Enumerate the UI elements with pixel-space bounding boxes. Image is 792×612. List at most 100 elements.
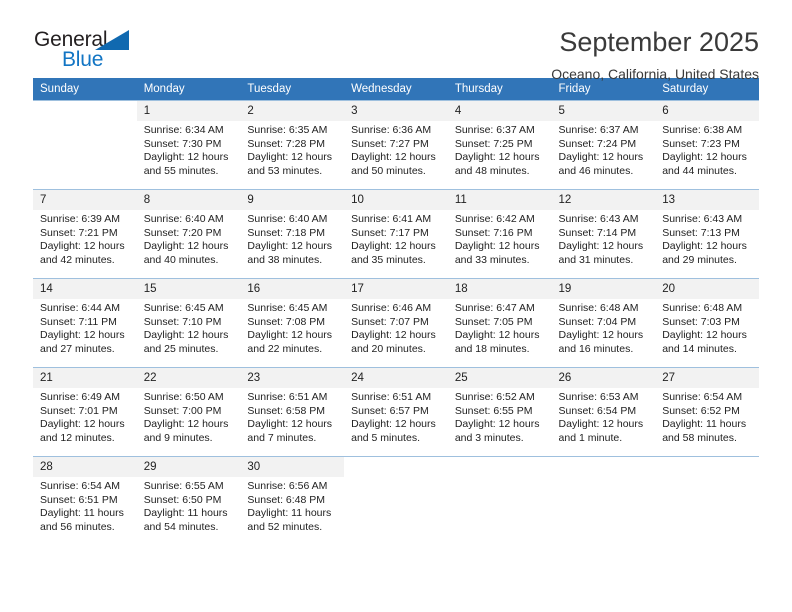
sunset-text: Sunset: 7:16 PM xyxy=(454,226,533,239)
day-cell[interactable]: 15 Sunrise: 6:45 AM Sunset: 7:10 PM Dayl… xyxy=(136,278,241,368)
daylight-text-line1: Daylight: 12 hours xyxy=(351,151,436,164)
calendar-table: Sunday Monday Tuesday Wednesday Thursday… xyxy=(33,78,759,546)
sunrise-text: Sunrise: 6:51 AM xyxy=(351,391,432,403)
daylight-text-line1: Daylight: 12 hours xyxy=(558,151,644,164)
sunset-text: Sunset: 7:21 PM xyxy=(40,226,118,239)
day-cell[interactable]: 10 Sunrise: 6:41 AM Sunset: 7:17 PM Dayl… xyxy=(344,189,448,279)
day-cell[interactable]: 20 Sunrise: 6:48 AM Sunset: 7:03 PM Dayl… xyxy=(655,278,759,368)
sunrise-text: Sunrise: 6:40 AM xyxy=(143,213,224,225)
day-cell[interactable]: 22 Sunrise: 6:50 AM Sunset: 7:00 PM Dayl… xyxy=(136,367,241,457)
sunrise-text: Sunrise: 6:50 AM xyxy=(143,391,224,403)
day-cell[interactable]: 6 Sunrise: 6:38 AM Sunset: 7:23 PM Dayli… xyxy=(655,100,759,190)
day-cell[interactable]: 26 Sunrise: 6:53 AM Sunset: 6:54 PM Dayl… xyxy=(551,367,656,457)
day-cell[interactable]: 12 Sunrise: 6:43 AM Sunset: 7:14 PM Dayl… xyxy=(551,189,656,279)
daylight-text-line2: and 55 minutes. xyxy=(143,164,219,177)
day-details: Sunrise: 6:48 AM Sunset: 7:04 PM Dayligh… xyxy=(552,299,656,356)
day-cell[interactable]: 13 Sunrise: 6:43 AM Sunset: 7:13 PM Dayl… xyxy=(655,189,759,279)
day-cell[interactable]: 27 Sunrise: 6:54 AM Sunset: 6:52 PM Dayl… xyxy=(655,367,759,457)
day-details: Sunrise: 6:38 AM Sunset: 7:23 PM Dayligh… xyxy=(655,121,759,178)
daylight-text-line1: Daylight: 12 hours xyxy=(143,418,229,431)
day-cell[interactable]: 3 Sunrise: 6:36 AM Sunset: 7:27 PM Dayli… xyxy=(344,100,448,190)
sunset-text: Sunset: 7:04 PM xyxy=(558,315,637,328)
sunset-text: Sunset: 6:51 PM xyxy=(40,493,118,506)
daylight-text-line2: and 33 minutes. xyxy=(454,253,530,266)
sunrise-text: Sunrise: 6:56 AM xyxy=(247,480,328,492)
day-cell[interactable]: 17 Sunrise: 6:46 AM Sunset: 7:07 PM Dayl… xyxy=(344,278,448,368)
daylight-text-line2: and 22 minutes. xyxy=(247,342,323,355)
day-cell[interactable]: 28 Sunrise: 6:54 AM Sunset: 6:51 PM Dayl… xyxy=(33,456,137,546)
day-cell[interactable]: 18 Sunrise: 6:47 AM Sunset: 7:05 PM Dayl… xyxy=(447,278,552,368)
daylight-text-line1: Daylight: 12 hours xyxy=(558,418,644,431)
day-number: 1 xyxy=(136,101,241,121)
day-details: Sunrise: 6:50 AM Sunset: 7:00 PM Dayligh… xyxy=(137,388,241,445)
daylight-text-line1: Daylight: 12 hours xyxy=(558,329,644,342)
day-cell[interactable]: 19 Sunrise: 6:48 AM Sunset: 7:04 PM Dayl… xyxy=(551,278,656,368)
sunset-text: Sunset: 7:25 PM xyxy=(454,137,533,150)
sunset-text: Sunset: 6:55 PM xyxy=(454,404,533,417)
daylight-text-line1: Daylight: 12 hours xyxy=(454,240,540,253)
daylight-text-line1: Daylight: 12 hours xyxy=(247,329,333,342)
sunset-text: Sunset: 7:20 PM xyxy=(143,226,222,239)
day-cell[interactable]: 9 Sunrise: 6:40 AM Sunset: 7:18 PM Dayli… xyxy=(240,189,345,279)
day-cell[interactable]: 8 Sunrise: 6:40 AM Sunset: 7:20 PM Dayli… xyxy=(136,189,241,279)
day-number: 27 xyxy=(655,368,759,388)
day-cell[interactable]: 16 Sunrise: 6:45 AM Sunset: 7:08 PM Dayl… xyxy=(240,278,345,368)
day-cell[interactable]: 2 Sunrise: 6:35 AM Sunset: 7:28 PM Dayli… xyxy=(240,100,345,190)
day-details: Sunrise: 6:51 AM Sunset: 6:57 PM Dayligh… xyxy=(344,388,448,445)
daylight-text-line2: and 44 minutes. xyxy=(662,164,737,177)
daylight-text-line2: and 53 minutes. xyxy=(247,164,323,177)
day-number: 25 xyxy=(447,368,552,388)
day-details: Sunrise: 6:37 AM Sunset: 7:25 PM Dayligh… xyxy=(448,121,552,178)
day-cell[interactable]: 14 Sunrise: 6:44 AM Sunset: 7:11 PM Dayl… xyxy=(33,278,137,368)
sunrise-text: Sunrise: 6:54 AM xyxy=(662,391,743,403)
sunrise-text: Sunrise: 6:49 AM xyxy=(40,391,120,403)
sunrise-text: Sunrise: 6:47 AM xyxy=(454,302,535,314)
sunset-text: Sunset: 7:13 PM xyxy=(662,226,740,239)
day-cell[interactable]: 23 Sunrise: 6:51 AM Sunset: 6:58 PM Dayl… xyxy=(240,367,345,457)
day-cell[interactable]: 7 Sunrise: 6:39 AM Sunset: 7:21 PM Dayli… xyxy=(33,189,137,279)
sunrise-text: Sunrise: 6:53 AM xyxy=(558,391,639,403)
sunset-text: Sunset: 7:11 PM xyxy=(40,315,117,328)
title-block: September 2025 Oceano, California, Unite… xyxy=(153,26,759,83)
page-subtitle: Oceano, California, United States xyxy=(551,66,759,82)
day-cell[interactable]: 30 Sunrise: 6:56 AM Sunset: 6:48 PM Dayl… xyxy=(240,456,345,546)
day-cell[interactable]: 24 Sunrise: 6:51 AM Sunset: 6:57 PM Dayl… xyxy=(344,367,448,457)
day-details: Sunrise: 6:43 AM Sunset: 7:13 PM Dayligh… xyxy=(655,210,759,267)
day-number xyxy=(551,457,656,477)
day-cell[interactable]: 25 Sunrise: 6:52 AM Sunset: 6:55 PM Dayl… xyxy=(447,367,552,457)
day-cell[interactable]: 29 Sunrise: 6:55 AM Sunset: 6:50 PM Dayl… xyxy=(136,456,241,546)
calendar-week-row: 21 Sunrise: 6:49 AM Sunset: 7:01 PM Dayl… xyxy=(33,367,759,457)
sunset-text: Sunset: 6:54 PM xyxy=(558,404,637,417)
day-number: 10 xyxy=(344,190,448,210)
day-number: 21 xyxy=(33,368,137,388)
day-cell[interactable]: 21 Sunrise: 6:49 AM Sunset: 7:01 PM Dayl… xyxy=(33,367,137,457)
sunset-text: Sunset: 7:30 PM xyxy=(143,137,222,150)
day-cell[interactable]: 5 Sunrise: 6:37 AM Sunset: 7:24 PM Dayli… xyxy=(551,100,656,190)
daylight-text-line2: and 27 minutes. xyxy=(40,342,115,355)
calendar-week-row: 1 Sunrise: 6:34 AM Sunset: 7:30 PM Dayli… xyxy=(33,100,759,190)
calendar-container: Sunday Monday Tuesday Wednesday Thursday… xyxy=(0,78,792,546)
day-cell[interactable]: 11 Sunrise: 6:42 AM Sunset: 7:16 PM Dayl… xyxy=(447,189,552,279)
day-number: 8 xyxy=(136,190,241,210)
daylight-text-line2: and 25 minutes. xyxy=(143,342,219,355)
day-cell[interactable]: 1 Sunrise: 6:34 AM Sunset: 7:30 PM Dayli… xyxy=(136,100,241,190)
daylight-text-line1: Daylight: 12 hours xyxy=(40,240,125,253)
general-blue-logo[interactable]: General Blue xyxy=(33,26,153,74)
day-details: Sunrise: 6:42 AM Sunset: 7:16 PM Dayligh… xyxy=(448,210,552,267)
day-details: Sunrise: 6:39 AM Sunset: 7:21 PM Dayligh… xyxy=(33,210,137,267)
sunrise-text: Sunrise: 6:48 AM xyxy=(662,302,743,314)
day-cell[interactable]: 4 Sunrise: 6:37 AM Sunset: 7:25 PM Dayli… xyxy=(447,100,552,190)
daylight-text-line1: Daylight: 12 hours xyxy=(247,418,333,431)
sunrise-text: Sunrise: 6:39 AM xyxy=(40,213,120,225)
daylight-text-line2: and 56 minutes. xyxy=(40,520,115,533)
day-details: Sunrise: 6:54 AM Sunset: 6:51 PM Dayligh… xyxy=(33,477,137,534)
sunset-text: Sunset: 6:50 PM xyxy=(143,493,222,506)
sunset-text: Sunset: 7:28 PM xyxy=(247,137,326,150)
day-details: Sunrise: 6:51 AM Sunset: 6:58 PM Dayligh… xyxy=(240,388,344,445)
sunset-text: Sunset: 7:17 PM xyxy=(351,226,429,239)
page-header: General Blue September 2025 Oceano, Cali… xyxy=(0,0,792,82)
daylight-text-line1: Daylight: 12 hours xyxy=(454,418,540,431)
day-number: 12 xyxy=(551,190,656,210)
day-number: 17 xyxy=(344,279,448,299)
sunrise-text: Sunrise: 6:37 AM xyxy=(454,124,535,136)
